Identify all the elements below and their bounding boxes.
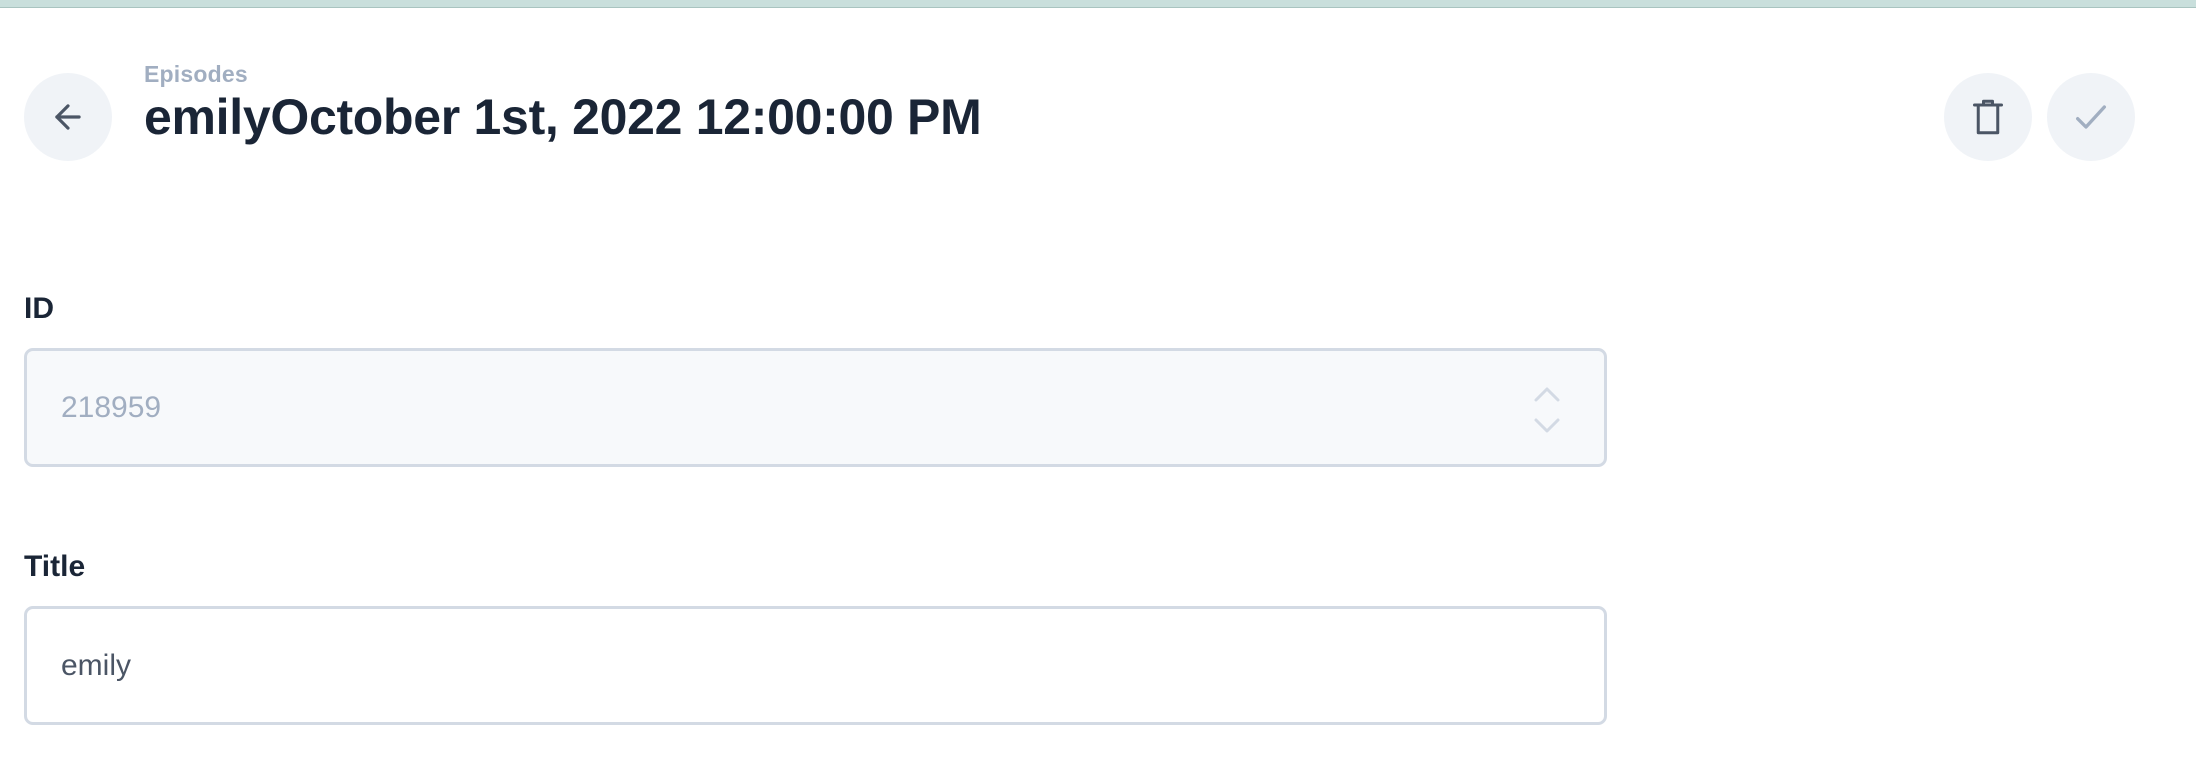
arrow-left-icon <box>55 104 81 130</box>
check-icon <box>2076 105 2106 129</box>
delete-button[interactable] <box>1944 73 2032 161</box>
id-field-value: 218959 <box>61 390 162 424</box>
trash-icon <box>1973 99 2003 135</box>
chevron-up-down-icon[interactable] <box>1532 384 1562 436</box>
id-field-label: ID <box>24 292 54 325</box>
page-header: Episodes emilyOctober 1st, 2022 12:00:00… <box>0 0 2196 200</box>
breadcrumb[interactable]: Episodes <box>144 61 248 88</box>
back-button[interactable] <box>24 73 112 161</box>
id-field[interactable]: 218959 <box>24 348 1607 467</box>
title-field[interactable]: emily <box>24 606 1607 725</box>
page-title: emilyOctober 1st, 2022 12:00:00 PM <box>144 89 982 145</box>
save-button[interactable] <box>2047 73 2135 161</box>
title-field-label: Title <box>24 550 86 583</box>
title-field-value: emily <box>61 648 132 682</box>
